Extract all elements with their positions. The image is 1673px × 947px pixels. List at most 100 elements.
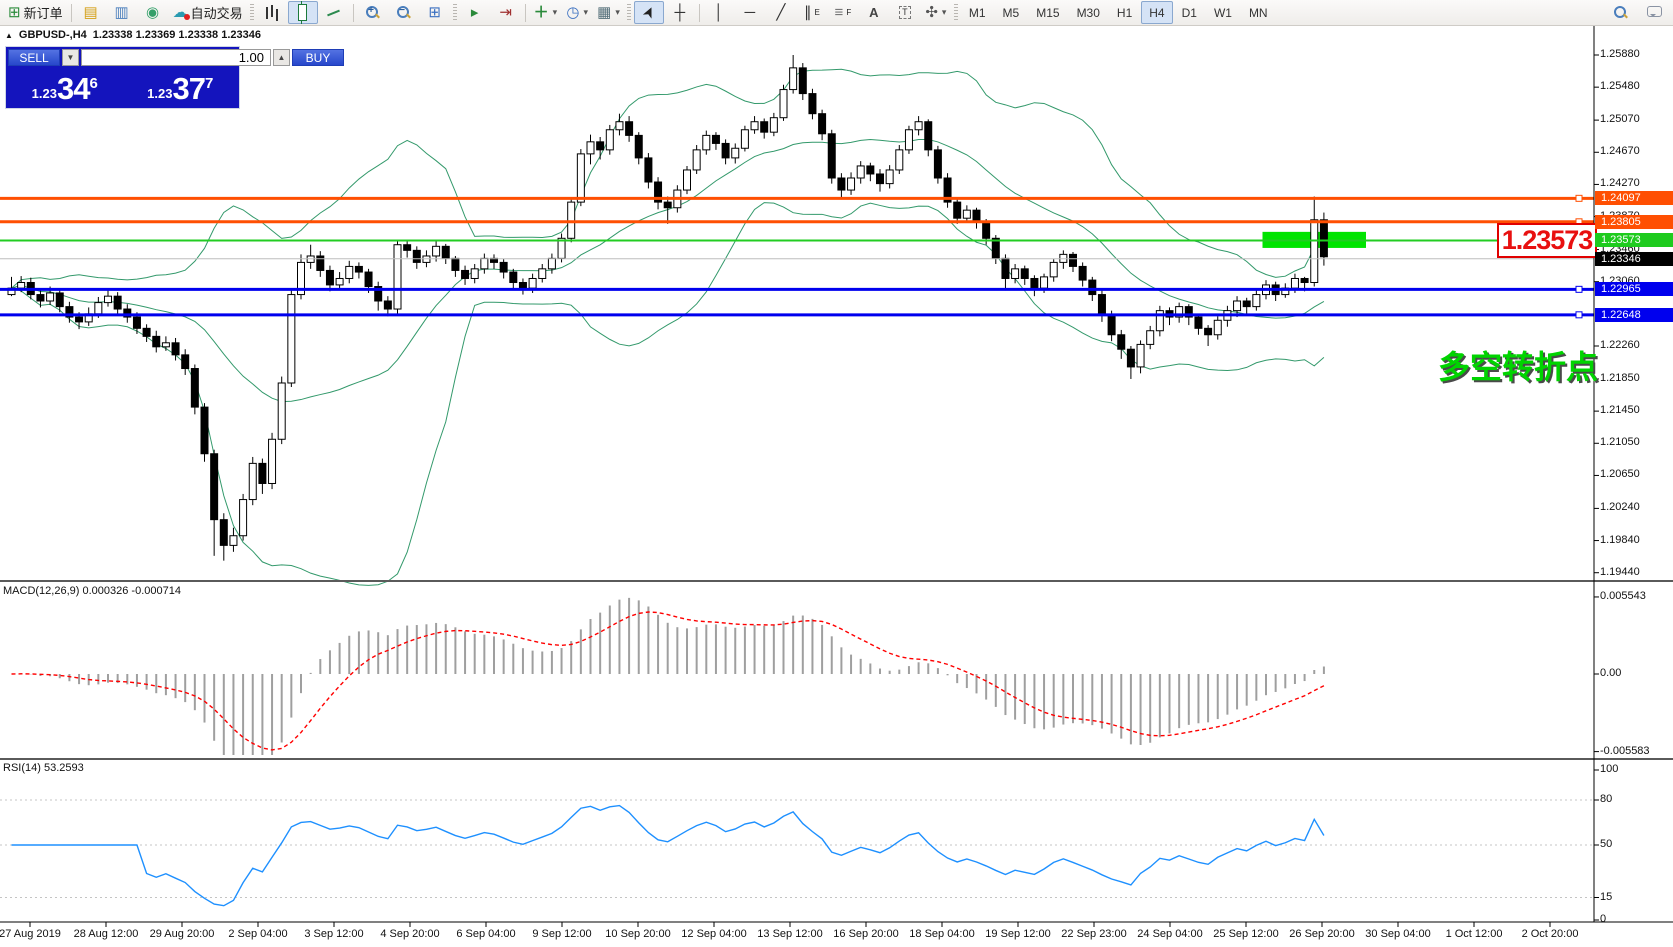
search-button[interactable] [1605, 1, 1635, 24]
chevron-down-icon: ▾ [583, 7, 588, 17]
new-order-button[interactable]: ⊞ 新订单 [4, 1, 67, 24]
cursor-button[interactable]: ➤ [633, 1, 664, 24]
time-axis-label: 29 Aug 20:00 [149, 928, 215, 940]
rsi-axis-label: 15 [1600, 890, 1613, 903]
autotrading-button[interactable]: ☁ 自动交易 [169, 1, 247, 24]
price-tag-1.22965[interactable]: 1.22965 [1595, 282, 1673, 297]
macd-axis-label: 0.00 [1600, 667, 1622, 679]
arrows-button[interactable]: ✣ ▾ [921, 1, 951, 24]
price-tag-1.22648[interactable]: 1.22648 [1595, 307, 1673, 322]
timeframe-mn[interactable]: MN [1241, 1, 1276, 24]
volume-decrease-button[interactable]: ▼ [62, 49, 79, 66]
crosshair-icon: ┼ [674, 4, 686, 21]
time-axis-label: 2 Sep 04:00 [228, 928, 288, 940]
timeframe-m1[interactable]: M1 [961, 1, 994, 24]
text-button[interactable]: A [859, 1, 889, 24]
trendline-button[interactable]: ╱ [766, 1, 796, 24]
equidistant-channel-button[interactable]: ∥ E [797, 1, 827, 24]
buy-price[interactable]: 1.23 37 7 [123, 68, 237, 106]
toolbar-grip [953, 3, 958, 22]
signals-button[interactable]: ◉ [138, 1, 168, 24]
indicators-button[interactable]: ＋ ▾ [530, 1, 562, 24]
trendline-icon: ╱ [776, 4, 786, 21]
turning-point-annotation[interactable]: 多空转折点 [1438, 342, 1598, 388]
macd-label: MACD(12,26,9) 0.000326 -0.000714 [3, 585, 181, 597]
chevron-down-icon: ▾ [552, 7, 558, 17]
fibo-f-label: F [846, 8, 852, 17]
periods-button[interactable]: ◷ ▾ [562, 1, 592, 24]
text-label-icon: T [899, 6, 911, 19]
line-chart-icon [327, 9, 341, 16]
chart-overlays: ▲ GBPUSD-,H4 1.23338 1.23369 1.23338 1.2… [0, 26, 1673, 947]
timeframe-d1[interactable]: D1 [1174, 1, 1205, 24]
timeframe-m15[interactable]: M15 [1028, 1, 1067, 24]
price-axis-label: 1.25880 [1600, 48, 1640, 60]
volume-input[interactable] [81, 49, 271, 66]
arrows-icon: ✣ [925, 4, 938, 21]
chart-shift-button[interactable]: ⇥ [491, 1, 521, 24]
auto-scroll-icon: ▸ [470, 4, 479, 21]
price-axis-label: 1.25480 [1600, 80, 1640, 93]
collapse-icon[interactable]: ▲ [5, 31, 13, 40]
timeframe-w1[interactable]: W1 [1206, 1, 1240, 24]
candlestick-chart-button[interactable] [287, 1, 318, 24]
bar-chart-button[interactable] [257, 1, 287, 24]
text-label-button[interactable]: T [890, 1, 920, 24]
sell-price-prefix: 1.23 [31, 86, 57, 101]
price-tag-1.24097[interactable]: 1.24097 [1595, 191, 1673, 206]
one-click-trading-panel: SELL ▼ ▲ BUY 1.23 34 6 1.23 37 7 [6, 47, 344, 108]
price-tag-1.23805[interactable]: 1.23805 [1595, 214, 1673, 229]
crosshair-button[interactable]: ┼ [665, 1, 695, 24]
fibonacci-button[interactable]: ≡ F [828, 1, 858, 24]
zoom-in-button[interactable]: + [358, 1, 388, 24]
bar-chart-icon [265, 6, 268, 19]
timeframe-bar: M1 M5 M15 M30 H1 H4 D1 W1 MN [961, 1, 1276, 24]
symbol-header: ▲ GBPUSD-,H4 1.23338 1.23369 1.23338 1.2… [5, 29, 261, 41]
tile-windows-button[interactable]: ⊞ [420, 1, 450, 24]
templates-button[interactable]: ▦ ▾ [593, 1, 624, 24]
time-axis-label: 9 Sep 12:00 [532, 928, 592, 940]
auto-scroll-button[interactable]: ▸ [460, 1, 490, 24]
price-axis-label: 1.21850 [1600, 371, 1640, 384]
ohlc-quotes: 1.23338 1.23369 1.23338 1.23346 [92, 29, 261, 41]
timeframe-m5[interactable]: M5 [995, 1, 1028, 24]
buy-button[interactable]: BUY [292, 49, 344, 66]
timeframe-m30[interactable]: M30 [1069, 1, 1108, 24]
timeframe-h1[interactable]: H1 [1109, 1, 1140, 24]
chart-profiles-icon: ▤ [83, 4, 98, 21]
zoom-out-button[interactable]: − [389, 1, 419, 24]
price-tag-1.23346[interactable]: 1.23346 [1595, 251, 1673, 266]
navigator-button[interactable]: ▥ [107, 1, 137, 24]
timeframe-h4[interactable]: H4 [1141, 1, 1173, 24]
price-tag-1.23573[interactable]: 1.23573 [1595, 233, 1673, 248]
chevron-down-icon: ▾ [941, 7, 947, 17]
time-axis-label: 25 Sep 12:00 [1213, 928, 1279, 940]
symbol-title: GBPUSD-,H4 [18, 29, 87, 41]
time-axis-label: 24 Sep 04:00 [1137, 928, 1203, 940]
chevron-down-icon: ▾ [615, 7, 620, 17]
macd-axis-label: -0.005583 [1600, 744, 1650, 757]
line-chart-button[interactable] [319, 1, 349, 24]
chart-area[interactable]: ▲ GBPUSD-,H4 1.23338 1.23369 1.23338 1.2… [0, 26, 1673, 947]
sell-price[interactable]: 1.23 34 6 [8, 68, 122, 106]
mt4-window: { "toolbar": { "new_order_label": "新订单",… [0, 0, 1673, 947]
signals-icon: ◉ [146, 4, 160, 21]
volume-increase-button[interactable]: ▲ [273, 49, 290, 66]
indicators-icon: ＋ [533, 4, 549, 21]
new-order-icon: ⊞ [8, 4, 21, 21]
horizontal-line-button[interactable]: ─ [735, 1, 765, 24]
price-axis-label: 1.19840 [1600, 533, 1640, 546]
price-axis-label: 1.19440 [1600, 565, 1640, 578]
rsi-axis-label: 0 [1600, 913, 1607, 925]
vertical-line-button[interactable]: │ [704, 1, 734, 24]
chat-button[interactable] [1639, 1, 1669, 24]
chart-profiles-button[interactable]: ▤ [76, 1, 106, 24]
time-axis-label: 4 Sep 20:00 [380, 928, 440, 940]
vertical-line-icon: │ [714, 4, 724, 21]
time-axis-label: 6 Sep 04:00 [456, 928, 516, 940]
price-axis-label: 1.22260 [1600, 339, 1640, 351]
time-axis-label: 10 Sep 20:00 [605, 928, 671, 940]
sell-button[interactable]: SELL [8, 49, 60, 66]
chart-shift-icon: ⇥ [499, 4, 512, 21]
price-annotation-box[interactable]: 1.23573 [1497, 223, 1597, 258]
